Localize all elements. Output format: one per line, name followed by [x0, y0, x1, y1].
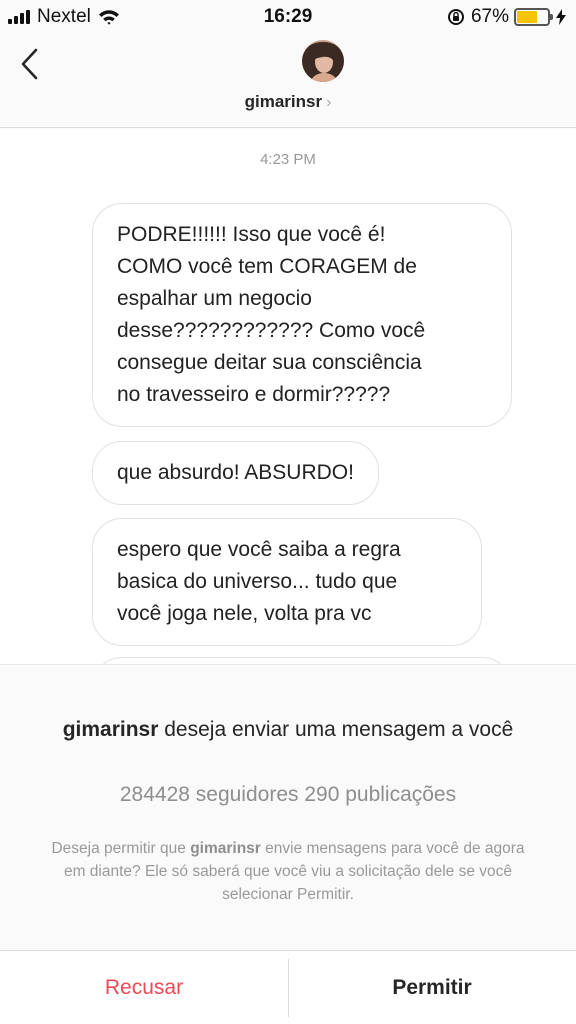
chevron-right-icon: ›: [326, 94, 332, 111]
message-bubble[interactable]: PODRE!!!!!! Isso que você é! COMO você t…: [92, 203, 512, 427]
request-desc-username: gimarinsr: [190, 840, 261, 857]
header-username: gimarinsr: [244, 92, 323, 111]
avatar[interactable]: [302, 40, 344, 82]
message-bubble[interactable]: que absurdo! ABSURDO!: [92, 441, 379, 505]
message-bubble[interactable]: espero que você saiba a regra basica do …: [92, 518, 482, 646]
request-actions: Recusar Permitir: [0, 950, 576, 1024]
status-bar: Nextel 16:29 67%: [0, 0, 576, 34]
charging-bolt-icon: [556, 9, 566, 25]
battery-percent: 67%: [470, 6, 509, 27]
decline-button[interactable]: Recusar: [0, 951, 288, 1024]
orientation-lock-icon: [447, 9, 464, 25]
request-stats: 284428 seguidores 290 publicações: [119, 783, 457, 806]
request-title: gimarinsr deseja enviar uma mensagem a v…: [40, 715, 536, 745]
chevron-left-icon: [21, 48, 38, 80]
status-right: 67%: [447, 6, 566, 28]
header-profile-link[interactable]: gimarinsr ›: [0, 92, 576, 112]
accept-button[interactable]: Permitir: [288, 951, 576, 1024]
message-timestamp: 4:23 PM: [260, 151, 316, 168]
back-button[interactable]: [14, 42, 50, 86]
request-title-text: deseja enviar uma mensagem a você: [164, 718, 514, 741]
message-request-panel: gimarinsr deseja enviar uma mensagem a v…: [0, 664, 576, 950]
profile-photo: [302, 40, 344, 82]
message-thread[interactable]: 4:23 PM PODRE!!!!!! Isso que você é! COM…: [0, 129, 576, 664]
battery-level: [517, 11, 538, 23]
request-username: gimarinsr: [62, 718, 159, 741]
screen: Nextel 16:29 67% gimarinsr › 4:23 PM POD…: [0, 0, 576, 1024]
message-bubble[interactable]: [92, 657, 512, 664]
request-description: Deseja permitir que gimarinsr envie mens…: [51, 840, 525, 903]
conversation-header: gimarinsr ›: [0, 34, 576, 128]
battery-icon: [514, 8, 553, 26]
